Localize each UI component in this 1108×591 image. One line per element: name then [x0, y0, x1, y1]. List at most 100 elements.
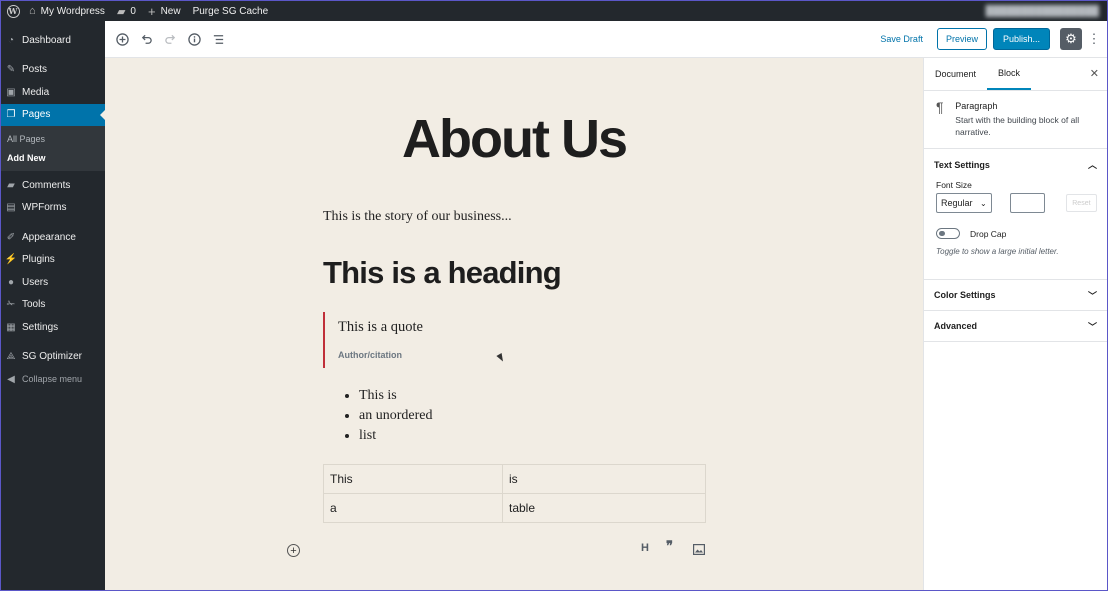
font-size-value: Regular [941, 198, 973, 208]
block-inserter-icon[interactable]: + [287, 544, 300, 557]
tab-block[interactable]: Block [987, 58, 1032, 90]
user-icon: ● [7, 276, 15, 288]
list-item[interactable]: This is [359, 386, 432, 406]
sidebar-item-tools[interactable]: ✁ Tools [1, 294, 105, 317]
post-title[interactable]: About Us [105, 108, 923, 170]
reset-button[interactable]: Reset [1065, 194, 1097, 212]
sidebar-item-posts[interactable]: ✎ Posts [1, 59, 105, 82]
site-name-label: My Wordpress [40, 5, 105, 17]
wordpress-logo-icon[interactable]: W [3, 1, 23, 21]
list-block[interactable]: This is an unordered list [345, 386, 432, 446]
undo-icon[interactable] [134, 27, 158, 51]
plus-icon: + [147, 3, 156, 19]
settings-sidebar: Document Block ✕ ¶ Paragraph Start with … [923, 58, 1107, 590]
text-settings-toggle[interactable]: Text Settings ︿ [924, 149, 1107, 180]
sidebar-item-dashboard[interactable]: ◔ Dashboard [1, 29, 105, 52]
sidebar-item-label: Posts [22, 64, 48, 76]
chevron-down-icon: ⌄ [980, 198, 987, 208]
chevron-down-icon: ﹀ [1087, 321, 1097, 332]
media-icon: ▣ [6, 86, 16, 98]
sidebar-item-wpforms[interactable]: ▤ WPForms [1, 197, 105, 220]
site-name-link[interactable]: ⌂ My Wordpress [23, 1, 111, 21]
paragraph-icon: ¶ [936, 99, 944, 115]
block-title: Paragraph [955, 101, 998, 111]
table-cell[interactable]: a [323, 493, 503, 523]
quote-block[interactable]: This is a quote Author/citation [323, 312, 423, 368]
sidebar-tabs: Document Block ✕ [924, 58, 1107, 91]
sidebar-item-settings[interactable]: ▦ Settings [1, 316, 105, 339]
publish-button[interactable]: Publish... [992, 28, 1050, 50]
add-block-icon[interactable] [110, 27, 134, 51]
quote-text[interactable]: This is a quote [338, 319, 423, 336]
drop-cap-help: Toggle to show a large initial letter. [936, 247, 1059, 256]
preview-button[interactable]: Preview [936, 28, 987, 50]
color-settings-label: Color Settings [934, 290, 996, 300]
submenu-all-pages[interactable]: All Pages [1, 130, 105, 149]
image-shortcut-icon[interactable] [693, 544, 706, 558]
purge-label: Purge SG Cache [192, 5, 269, 17]
sidebar-item-label: SG Optimizer [22, 351, 83, 363]
sidebar-item-label: WPForms [22, 202, 67, 214]
collapse-menu-button[interactable]: ◀ Collapse menu [1, 368, 105, 391]
sidebar-item-appearance[interactable]: ✐ Appearance [1, 226, 105, 249]
plug-icon: ⚡ [4, 254, 18, 266]
advanced-toggle[interactable]: Advanced ﹀ [924, 311, 1107, 342]
comments-link[interactable]: ▰ 0 [111, 1, 142, 21]
account-menu[interactable]: ████████████████ [980, 1, 1107, 21]
heading-block[interactable]: This is a heading [323, 255, 562, 291]
comment-icon: ▰ [116, 5, 126, 18]
sidebar-item-sg-optimizer[interactable]: ⟁ SG Optimizer [1, 346, 105, 369]
sidebar-item-label: Plugins [22, 254, 55, 266]
new-label: New [160, 5, 181, 17]
info-icon[interactable] [182, 27, 206, 51]
paragraph-block[interactable]: This is the story of our business... [323, 209, 512, 225]
submenu-add-new[interactable]: Add New [1, 149, 105, 168]
tab-document[interactable]: Document [924, 58, 987, 90]
drop-cap-toggle[interactable] [936, 228, 960, 239]
pin-icon: ✎ [6, 64, 16, 76]
close-icon[interactable]: ✕ [1090, 67, 1099, 80]
settings-gear-icon[interactable]: ⚙ [1060, 28, 1082, 50]
text-settings-label: Text Settings [934, 159, 990, 170]
drop-cap-label: Drop Cap [970, 228, 1007, 239]
quote-citation[interactable]: Author/citation [338, 350, 423, 360]
admin-sidebar: ◔ Dashboard ✎ Posts ▣ Media ❐ Pages All … [1, 21, 105, 590]
comments-icon: ▰ [7, 179, 15, 191]
editor-canvas[interactable]: About Us This is the story of our busine… [105, 58, 923, 590]
table-block[interactable]: This is a table [323, 464, 706, 523]
redo-icon[interactable] [158, 27, 182, 51]
quote-shortcut-icon[interactable]: ❞ [666, 539, 673, 554]
font-size-select[interactable]: Regular ⌄ [936, 193, 992, 213]
forms-icon: ▤ [6, 202, 16, 214]
color-settings-toggle[interactable]: Color Settings ﹀ [924, 280, 1107, 311]
text-settings-panel: Font Size Regular ⌄ Reset Drop Cap Toggl… [924, 180, 1107, 280]
list-item[interactable]: list [359, 426, 432, 446]
new-content-link[interactable]: + New [142, 1, 187, 21]
comments-count: 0 [130, 5, 136, 17]
sidebar-item-pages[interactable]: ❐ Pages [1, 103, 105, 126]
table-cell[interactable]: table [502, 493, 706, 523]
more-options-icon[interactable]: ⋮ [1085, 28, 1103, 50]
sidebar-item-comments[interactable]: ▰ Comments [1, 174, 105, 197]
sidebar-item-label: Appearance [22, 231, 76, 243]
heading-shortcut-icon[interactable]: H [641, 542, 649, 554]
list-item[interactable]: an unordered [359, 406, 432, 426]
sidebar-item-plugins[interactable]: ⚡ Plugins [1, 249, 105, 272]
block-description: Start with the building block of all nar… [955, 115, 1080, 137]
sidebar-item-label: Dashboard [22, 34, 71, 46]
advanced-label: Advanced [934, 321, 978, 331]
editor-toolbar: Save Draft Preview Publish... ⚙ ⋮ [105, 21, 1107, 58]
sidebar-item-users[interactable]: ● Users [1, 271, 105, 294]
block-navigation-icon[interactable] [206, 27, 230, 51]
chevron-down-icon: ﹀ [1087, 290, 1097, 301]
save-draft-button[interactable]: Save Draft [880, 34, 923, 44]
dashboard-icon: ◔ [7, 34, 15, 46]
sidebar-item-media[interactable]: ▣ Media [1, 81, 105, 104]
custom-font-size-input[interactable] [1009, 193, 1045, 213]
table-cell[interactable]: This [323, 464, 503, 494]
sidebar-item-label: Comments [22, 179, 71, 191]
purge-cache-link[interactable]: Purge SG Cache [187, 1, 275, 21]
pages-submenu: All Pages Add New [1, 126, 105, 171]
table-cell[interactable]: is [502, 464, 706, 494]
font-size-label: Font Size [936, 180, 972, 190]
